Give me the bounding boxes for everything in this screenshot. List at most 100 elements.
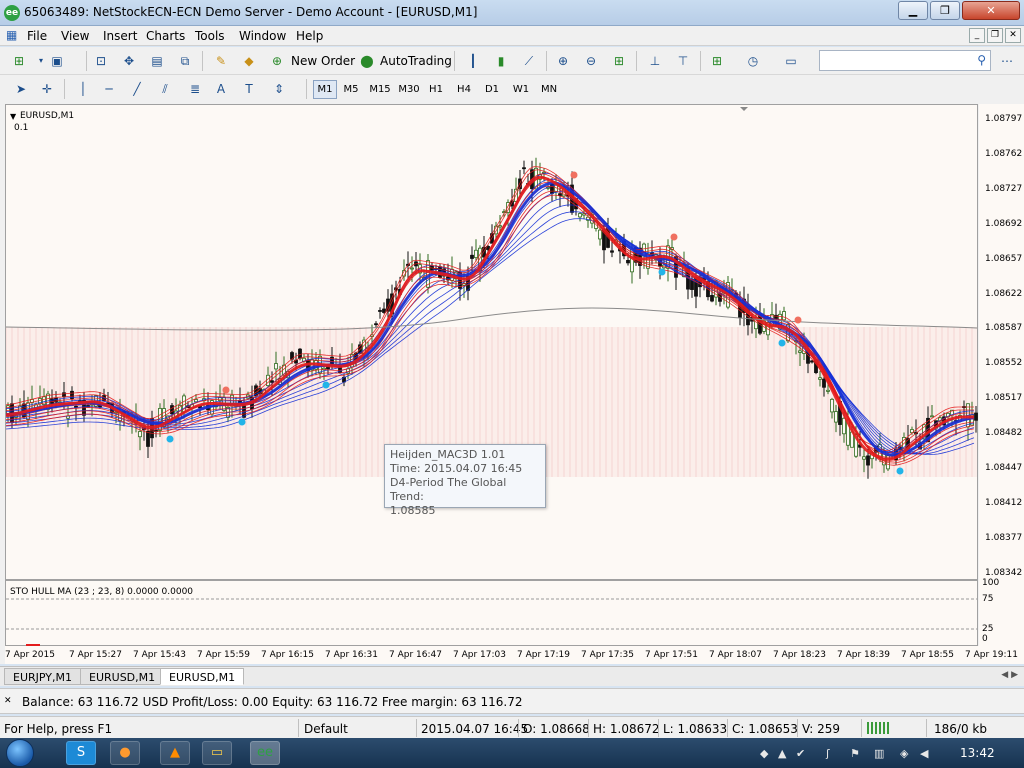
search-icon[interactable]: ⚲	[977, 53, 986, 67]
candle-body	[930, 415, 934, 418]
text-tool-icon[interactable]: A	[210, 79, 232, 99]
periods-icon[interactable]: ◷	[742, 51, 764, 71]
profiles-icon[interactable]: ▣	[46, 51, 68, 71]
menu-insert[interactable]: Insert	[103, 29, 137, 43]
indicator-tick-label: 0	[982, 634, 988, 644]
options-icon[interactable]: ⋯	[996, 51, 1018, 71]
price-tick-label: 1.08657	[985, 253, 1023, 264]
arrows-icon[interactable]: ⇕	[268, 79, 290, 99]
fibonacci-icon[interactable]: ≣	[184, 79, 206, 99]
timeframe-mn[interactable]: MN	[536, 80, 562, 99]
timeframe-m15[interactable]: M15	[366, 80, 394, 99]
bar-chart-icon[interactable]: ┃	[462, 51, 484, 71]
candle-body	[378, 310, 382, 312]
market-watch-icon[interactable]: ⊡	[90, 51, 112, 71]
terminal-icon[interactable]: ⧉	[174, 51, 196, 71]
skype-icon[interactable]: S	[66, 741, 96, 765]
cursor-icon[interactable]: ➤	[10, 79, 32, 99]
terminal-close-icon[interactable]: ✕	[4, 696, 12, 706]
tray-skype-icon[interactable]: ʃ	[826, 747, 830, 760]
tab-eurjpy-m1[interactable]: EURJPY,M1	[4, 668, 81, 685]
tab-eurusd-m1-active[interactable]: EURUSD,M1	[160, 668, 245, 685]
status-help: For Help, press F1	[4, 722, 113, 736]
data-window-icon[interactable]: ✥	[118, 51, 140, 71]
connection-status-icon[interactable]	[867, 722, 891, 734]
time-tick-label: 7 Apr 16:47	[389, 650, 442, 660]
indicator-window[interactable]: STO HULL MA (23 ; 23, 8) 0.0000 0.0000	[5, 580, 978, 646]
candle-body	[862, 456, 866, 460]
candlestick-icon[interactable]: ▮	[490, 51, 512, 71]
tab-eurusd-m1[interactable]: EURUSD,M1	[80, 668, 165, 685]
maximize-button[interactable]: ❐	[930, 1, 960, 20]
line-chart-icon[interactable]: ⟋	[518, 51, 540, 71]
candle-body	[834, 411, 838, 423]
tab-scroll-arrows-icon[interactable]: ◀ ▶	[1001, 670, 1018, 680]
tray-flag-icon[interactable]: ⚑	[850, 747, 860, 760]
channel-icon[interactable]: ⫽	[154, 79, 176, 99]
metatrader-icon[interactable]: ee	[250, 741, 280, 765]
price-tick-label: 1.08482	[985, 428, 1023, 439]
zoom-out-icon[interactable]: ⊖	[580, 51, 602, 71]
menu-tools[interactable]: Tools	[195, 29, 225, 43]
candle-body	[830, 398, 834, 413]
minimize-button[interactable]: ▁	[898, 1, 928, 20]
menu-view[interactable]: View	[61, 29, 89, 43]
timeframe-h4[interactable]: H4	[452, 80, 476, 99]
timeframe-m5[interactable]: M5	[339, 80, 363, 99]
status-profile[interactable]: Default	[304, 722, 348, 736]
tray-sync-icon[interactable]: ✔	[796, 747, 805, 760]
trendline-icon[interactable]: ╱	[126, 79, 148, 99]
timeframe-m1[interactable]: M1	[313, 80, 337, 99]
vlc-icon[interactable]: ▲	[160, 741, 190, 765]
status-high: H: 1.08672	[593, 722, 660, 736]
new-order-button[interactable]: New Order	[291, 54, 355, 68]
tray-update-icon[interactable]: ▲	[778, 747, 786, 760]
indicators-icon[interactable]: ⊞	[706, 51, 728, 71]
candle-body	[138, 431, 142, 438]
mdi-close-button[interactable]: ✕	[1005, 28, 1021, 43]
new-chart-icon[interactable]: ⊞	[8, 51, 30, 71]
text-label-icon[interactable]: T	[238, 79, 260, 99]
metaeditor-icon[interactable]: ◆	[238, 51, 260, 71]
menu-charts[interactable]: Charts	[146, 29, 185, 43]
tray-volume-icon[interactable]: ◀	[920, 747, 928, 760]
menu-file[interactable]: File	[27, 29, 47, 43]
timeframe-w1[interactable]: W1	[508, 80, 534, 99]
time-tick-label: 7 Apr 16:31	[325, 650, 378, 660]
chart-shift-icon[interactable]: ⊤	[672, 51, 694, 71]
mdi-restore-button[interactable]: ❐	[987, 28, 1003, 43]
timeframe-h1[interactable]: H1	[424, 80, 448, 99]
timeframe-m30[interactable]: M30	[395, 80, 423, 99]
search-input[interactable]: ⚲	[819, 50, 991, 71]
tray-network-icon[interactable]: ▥	[874, 747, 884, 760]
explorer-icon[interactable]: ▭	[202, 741, 232, 765]
signal-dot-buy	[896, 467, 904, 475]
candle-body	[842, 417, 846, 435]
zoom-in-icon[interactable]: ⊕	[552, 51, 574, 71]
tooltip-line-3: D4-Period The Global Trend:	[390, 476, 507, 503]
vertical-line-icon[interactable]: │	[72, 79, 94, 99]
horizontal-line-icon[interactable]: ─	[98, 79, 120, 99]
tile-windows-icon[interactable]: ⊞	[608, 51, 630, 71]
templates-icon[interactable]: ▭	[780, 51, 802, 71]
tray-security-icon[interactable]: ◈	[900, 747, 908, 760]
start-button[interactable]	[6, 739, 34, 767]
close-button[interactable]: ✕	[962, 1, 1020, 20]
tray-notification-icon[interactable]: ◆	[760, 747, 768, 760]
autotrading-button[interactable]: AutoTrading	[380, 54, 452, 68]
auto-scroll-icon[interactable]: ⊥	[644, 51, 666, 71]
menu-help[interactable]: Help	[296, 29, 323, 43]
timeframe-d1[interactable]: D1	[480, 80, 504, 99]
candle-body	[298, 348, 302, 359]
autotrading-icon[interactable]: ⬤	[356, 51, 378, 71]
status-datetime: 2015.04.07 16:45	[421, 722, 529, 736]
mdi-minimize-button[interactable]: _	[969, 28, 985, 43]
standard-toolbar: ⊞ ▾ ▣ ⊡ ✥ ▤ ⧉ ✎ ◆ ⊕ New Order ⬤ AutoTrad…	[0, 47, 1024, 75]
crosshair-icon[interactable]: ✛	[36, 79, 58, 99]
firefox-icon[interactable]: ●	[110, 741, 140, 765]
menu-bar: ▦ File View Insert Charts Tools Window H…	[0, 26, 1024, 46]
strategy-tester-icon[interactable]: ✎	[210, 51, 232, 71]
menu-window[interactable]: Window	[239, 29, 286, 43]
new-order-icon[interactable]: ⊕	[266, 51, 288, 71]
navigator-icon[interactable]: ▤	[146, 51, 168, 71]
